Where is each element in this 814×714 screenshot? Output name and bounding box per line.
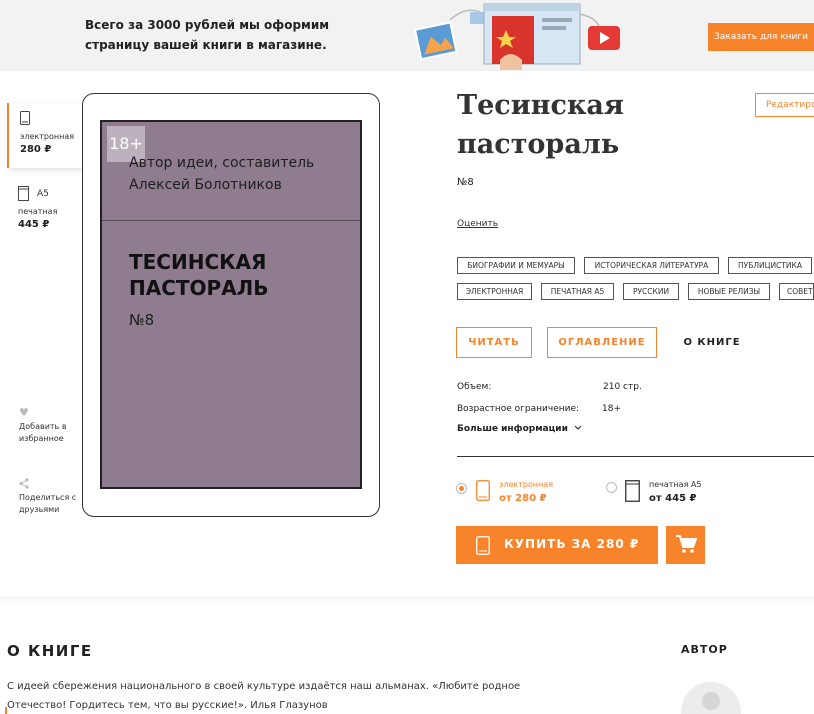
volume-label: Объем: xyxy=(457,382,492,392)
cover-number: №8 xyxy=(129,311,155,329)
share-icon xyxy=(19,478,89,492)
tag-new-releases[interactable]: НОВЫЕ РЕЛИЗЫ xyxy=(688,283,770,300)
add-to-favorites-button[interactable]: ♥ Добавить в избранное xyxy=(19,407,89,445)
section-divider xyxy=(457,456,814,457)
tag-historical[interactable]: ИСТОРИЧЕСКАЯ ЛИТЕРАТУРА xyxy=(584,257,719,274)
about-heading: О КНИГЕ xyxy=(7,642,93,660)
tab-toc[interactable]: ОГЛАВЛЕНИЕ xyxy=(547,327,657,358)
heart-icon: ♥ xyxy=(19,406,29,419)
author-avatar[interactable] xyxy=(681,682,741,714)
age-value: 18+ xyxy=(602,404,621,414)
tag-russian[interactable]: РУССКИИ xyxy=(623,283,679,300)
about-text: С идеей сбережения национального в своей… xyxy=(7,681,521,711)
chevron-down-icon xyxy=(574,425,582,430)
format-electronic-tab[interactable]: электронная 280 ₽ xyxy=(7,103,83,168)
option-electronic-price: от 280 ₽ xyxy=(499,493,547,504)
edit-button[interactable]: Редактировать xyxy=(755,93,814,117)
tag-electronic[interactable]: ЭЛЕКТРОННАЯ xyxy=(457,283,532,300)
rate-link[interactable]: Оценить xyxy=(457,219,498,229)
buy-button[interactable]: КУПИТЬ ЗА 280 ₽ xyxy=(456,526,658,564)
tag-print-a5[interactable]: ПЕЧАТНАЯ А5 xyxy=(541,283,614,300)
book-icon xyxy=(625,480,640,502)
more-info-toggle[interactable]: Больше информации xyxy=(457,424,582,434)
tablet-icon xyxy=(476,536,490,555)
order-for-book-button[interactable]: Заказать для книги xyxy=(708,23,814,51)
option-electronic-label: электронная xyxy=(499,480,554,489)
radio-print[interactable] xyxy=(606,482,617,493)
tab-read[interactable]: ЧИТАТЬ xyxy=(456,327,532,358)
cover-divider xyxy=(102,220,360,221)
format-electronic-price: 280 ₽ xyxy=(20,144,52,155)
format-print-tab[interactable]: A5 печатная 445 ₽ xyxy=(7,182,83,242)
cart-icon xyxy=(675,534,697,553)
age-label: Возрастное ограничение: xyxy=(457,404,580,414)
accent-marker xyxy=(5,707,7,714)
book-icon xyxy=(18,186,29,201)
tab-about[interactable]: О КНИГЕ xyxy=(672,327,752,358)
option-print-price: от 445 ₽ xyxy=(649,493,697,504)
format-print-label: печатная xyxy=(18,207,58,216)
promo-banner: Всего за 3000 рублей мы оформим страницу… xyxy=(0,0,814,71)
banner-text: Всего за 3000 рублей мы оформим страницу… xyxy=(85,18,330,52)
book-title: Тесинская пастораль xyxy=(457,90,624,160)
tablet-icon xyxy=(476,480,490,501)
author-heading: АВТОР xyxy=(681,643,728,656)
cover-title: ТЕСИНСКАЯ ПАСТОРАЛЬ xyxy=(129,250,269,300)
format-print-price: 445 ₽ xyxy=(18,219,50,230)
option-print-label: печатная A5 xyxy=(649,480,702,489)
tag-soviet[interactable]: СОВЕТСКАЯ xyxy=(779,283,814,300)
tag-journalism[interactable]: ПУБЛИЦИСТИКА xyxy=(728,257,812,274)
volume-value: 210 стр. xyxy=(603,382,642,392)
section-separator xyxy=(0,596,814,604)
buy-button-label: КУПИТЬ ЗА 280 ₽ xyxy=(504,537,640,551)
tablet-icon xyxy=(20,111,30,125)
add-to-cart-button[interactable] xyxy=(666,526,705,564)
format-electronic-label: электронная xyxy=(20,132,75,141)
cover-author: Автор идеи, составитель Алексей Болотник… xyxy=(129,155,315,193)
radio-electronic[interactable] xyxy=(456,483,467,494)
format-print-size: A5 xyxy=(37,189,49,199)
share-button[interactable]: Поделиться с друзьями xyxy=(19,478,89,516)
share-label: Поделиться с друзьями xyxy=(19,493,77,514)
tag-biographies[interactable]: БИОГРАФИИ И МЕМУАРЫ xyxy=(457,257,575,274)
promo-illustration-icon xyxy=(413,3,620,70)
book-number: №8 xyxy=(457,177,474,188)
add-to-favorites-label: Добавить в избранное xyxy=(19,422,67,443)
more-info-label: Больше информации xyxy=(457,424,568,434)
